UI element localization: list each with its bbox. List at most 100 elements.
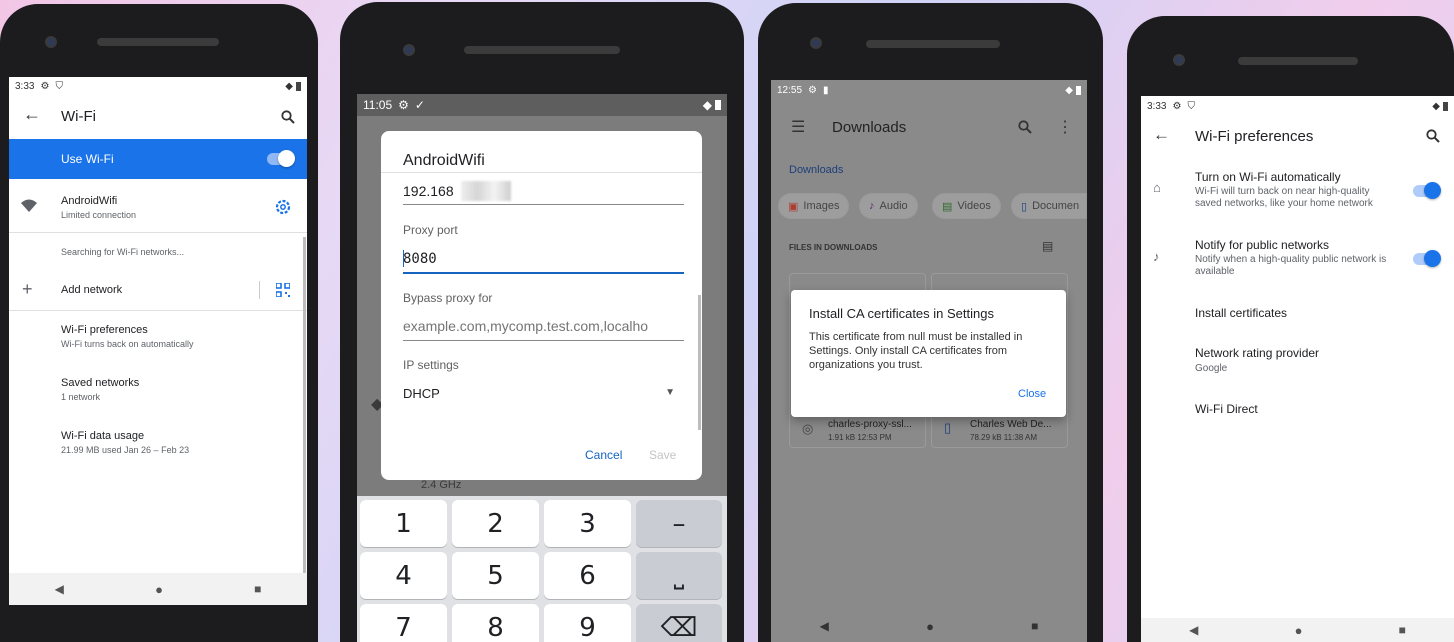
proxy-port-field[interactable]: 8080 (403, 251, 437, 267)
install-certificates-item[interactable]: Install certificates (1195, 306, 1287, 320)
front-camera (810, 37, 822, 49)
speaker-grille (97, 38, 219, 46)
status-bar: 3:33 ⚙ ⛉ ◆ (1141, 96, 1454, 116)
status-icons-right: ◆ (1432, 101, 1448, 112)
wifi-status-icon: ◆ (285, 80, 293, 92)
speaker-grille (1238, 57, 1358, 65)
phone-wifi-settings: 3:33 ⚙ ⛉ ◆ ← Wi-Fi Use Wi-Fi AndroidWifi… (0, 4, 318, 642)
key-3[interactable]: 3 (544, 500, 631, 547)
key-6[interactable]: 6 (544, 552, 631, 599)
settings-status-icon: ⚙ (40, 80, 50, 92)
list-item[interactable]: Wi-Fi preferences Wi-Fi turns back on au… (61, 324, 194, 349)
more-options-icon[interactable]: ⋮ (1057, 117, 1073, 137)
nav-home-icon[interactable]: ● (155, 582, 163, 597)
nav-back-icon[interactable]: ◀ (1189, 623, 1198, 637)
scrollbar[interactable] (303, 237, 306, 577)
nav-home-icon[interactable]: ● (1295, 623, 1303, 638)
qr-scan-icon[interactable] (276, 283, 290, 297)
key-1[interactable]: 1 (360, 500, 447, 547)
status-time: 12:55 (777, 84, 803, 96)
list-item-title: Wi-Fi preferences (61, 324, 148, 336)
dialog-scrollbar[interactable] (698, 295, 701, 430)
search-icon[interactable] (1018, 120, 1032, 134)
ip-settings-dropdown[interactable]: DHCP ▼ (403, 385, 675, 403)
back-arrow-icon[interactable]: ← (23, 104, 41, 125)
key-8[interactable]: 8 (452, 604, 539, 642)
wifi-status-icon: ◆ (702, 98, 712, 112)
list-item[interactable]: Saved networks 1 network (61, 377, 139, 402)
page-title: Downloads (832, 119, 907, 136)
key-backspace[interactable]: ⌫ (636, 604, 722, 642)
key-7[interactable]: 7 (360, 604, 447, 642)
wifi-signal-icon (21, 199, 37, 212)
network-status: Limited connection (61, 210, 137, 220)
notify-public-networks[interactable]: Notify for public networks Notify when a… (1195, 238, 1395, 278)
setting-subtitle: Notify when a high-quality public networ… (1195, 254, 1387, 277)
nav-recents-icon[interactable]: ■ (254, 582, 261, 596)
nav-back-icon[interactable]: ◀ (820, 619, 829, 633)
notify-toggle[interactable] (1413, 250, 1441, 267)
key-space[interactable]: ⎵ (636, 552, 722, 599)
ip-settings-label: IP settings (403, 358, 459, 372)
network-name[interactable]: AndroidWifi (61, 195, 117, 207)
file-meta: 78.29 kB 11:38 AM (970, 433, 1038, 442)
key-4[interactable]: 4 (360, 552, 447, 599)
close-button[interactable]: Close (1018, 388, 1046, 400)
use-wifi-toggle[interactable] (267, 150, 295, 167)
setting-title: Notify for public networks (1195, 238, 1330, 252)
network-settings-gear-icon[interactable] (275, 199, 291, 215)
dropdown-arrow-icon: ▼ (665, 387, 675, 398)
nav-back-icon[interactable]: ◀ (55, 582, 64, 596)
wifi-direct-item[interactable]: Wi-Fi Direct (1195, 402, 1258, 416)
chip-audio[interactable]: ♪ Audio (859, 193, 918, 219)
status-time: 3:33 (1147, 100, 1167, 112)
list-item[interactable]: Wi-Fi data usage 21.99 MB used Jan 26 – … (61, 430, 189, 455)
wifi-status-icon: ◆ (1065, 84, 1073, 96)
chip-documents[interactable]: ▯ Documen (1011, 193, 1087, 219)
page-title: Wi-Fi (61, 108, 96, 125)
certificate-dialog: Install CA certificates in Settings This… (791, 290, 1066, 417)
section-label: FILES IN DOWNLOADS (789, 243, 878, 252)
key-minus[interactable]: – (636, 500, 722, 547)
auto-wifi-toggle[interactable] (1413, 182, 1441, 199)
use-wifi-label: Use Wi-Fi (61, 152, 114, 166)
status-bar: 12:55 ⚙ ▮ ◆ (771, 80, 1087, 100)
setting-subtitle: Wi-Fi will turn back on near high-qualit… (1195, 186, 1373, 209)
turn-on-wifi-automatically[interactable]: Turn on Wi-Fi automatically Wi-Fi will t… (1195, 170, 1395, 210)
status-bar: 3:33 ⚙ ⛉ ◆ (9, 77, 307, 95)
setting-title: Network rating provider (1195, 346, 1320, 360)
battery-icon (1076, 85, 1081, 95)
back-arrow-icon[interactable]: ← (1153, 125, 1170, 145)
status-time: 11:05 (363, 98, 393, 112)
toggle-knob (1424, 250, 1441, 267)
grid-view-icon[interactable]: ▤ (1042, 239, 1053, 253)
plus-icon[interactable]: + (22, 279, 33, 300)
cancel-button[interactable]: Cancel (585, 448, 622, 462)
use-wifi-bar[interactable]: Use Wi-Fi (9, 139, 307, 179)
chip-videos[interactable]: ▤ Videos (932, 193, 1001, 219)
nav-recents-icon[interactable]: ■ (1399, 623, 1406, 637)
input-underline (403, 204, 684, 205)
nav-recents-icon[interactable]: ■ (1031, 619, 1038, 633)
key-9[interactable]: 9 (544, 604, 631, 642)
chip-images[interactable]: ▣ Images (778, 193, 850, 219)
numeric-keyboard: 1 2 3 – 4 5 6 ⎵ 7 8 9 ⌫ (357, 496, 727, 642)
breadcrumb[interactable]: Downloads (789, 164, 843, 176)
key-5[interactable]: 5 (452, 552, 539, 599)
menu-icon[interactable]: ☰ (791, 117, 805, 137)
behind-frequency: 2.4 GHz (421, 479, 462, 491)
list-item-subtitle: 21.99 MB used Jan 26 – Feb 23 (61, 445, 190, 455)
search-icon[interactable] (1426, 129, 1440, 143)
list-item-subtitle: Wi-Fi turns back on automatically (61, 339, 194, 349)
nav-bar: ◀ ● ■ (9, 573, 307, 605)
proxy-host-field[interactable]: 192.168 (403, 183, 454, 199)
nav-home-icon[interactable]: ● (926, 619, 934, 634)
divider (381, 172, 702, 173)
add-network-label[interactable]: Add network (61, 284, 122, 296)
save-button[interactable]: Save (649, 448, 676, 462)
bypass-proxy-field[interactable]: example.com,mycomp.test.com,localho (403, 318, 684, 336)
network-rating-provider-item[interactable]: Network rating provider Google (1195, 346, 1319, 374)
search-icon[interactable] (281, 110, 295, 124)
key-2[interactable]: 2 (452, 500, 539, 547)
list-item-subtitle: 1 network (61, 392, 101, 402)
